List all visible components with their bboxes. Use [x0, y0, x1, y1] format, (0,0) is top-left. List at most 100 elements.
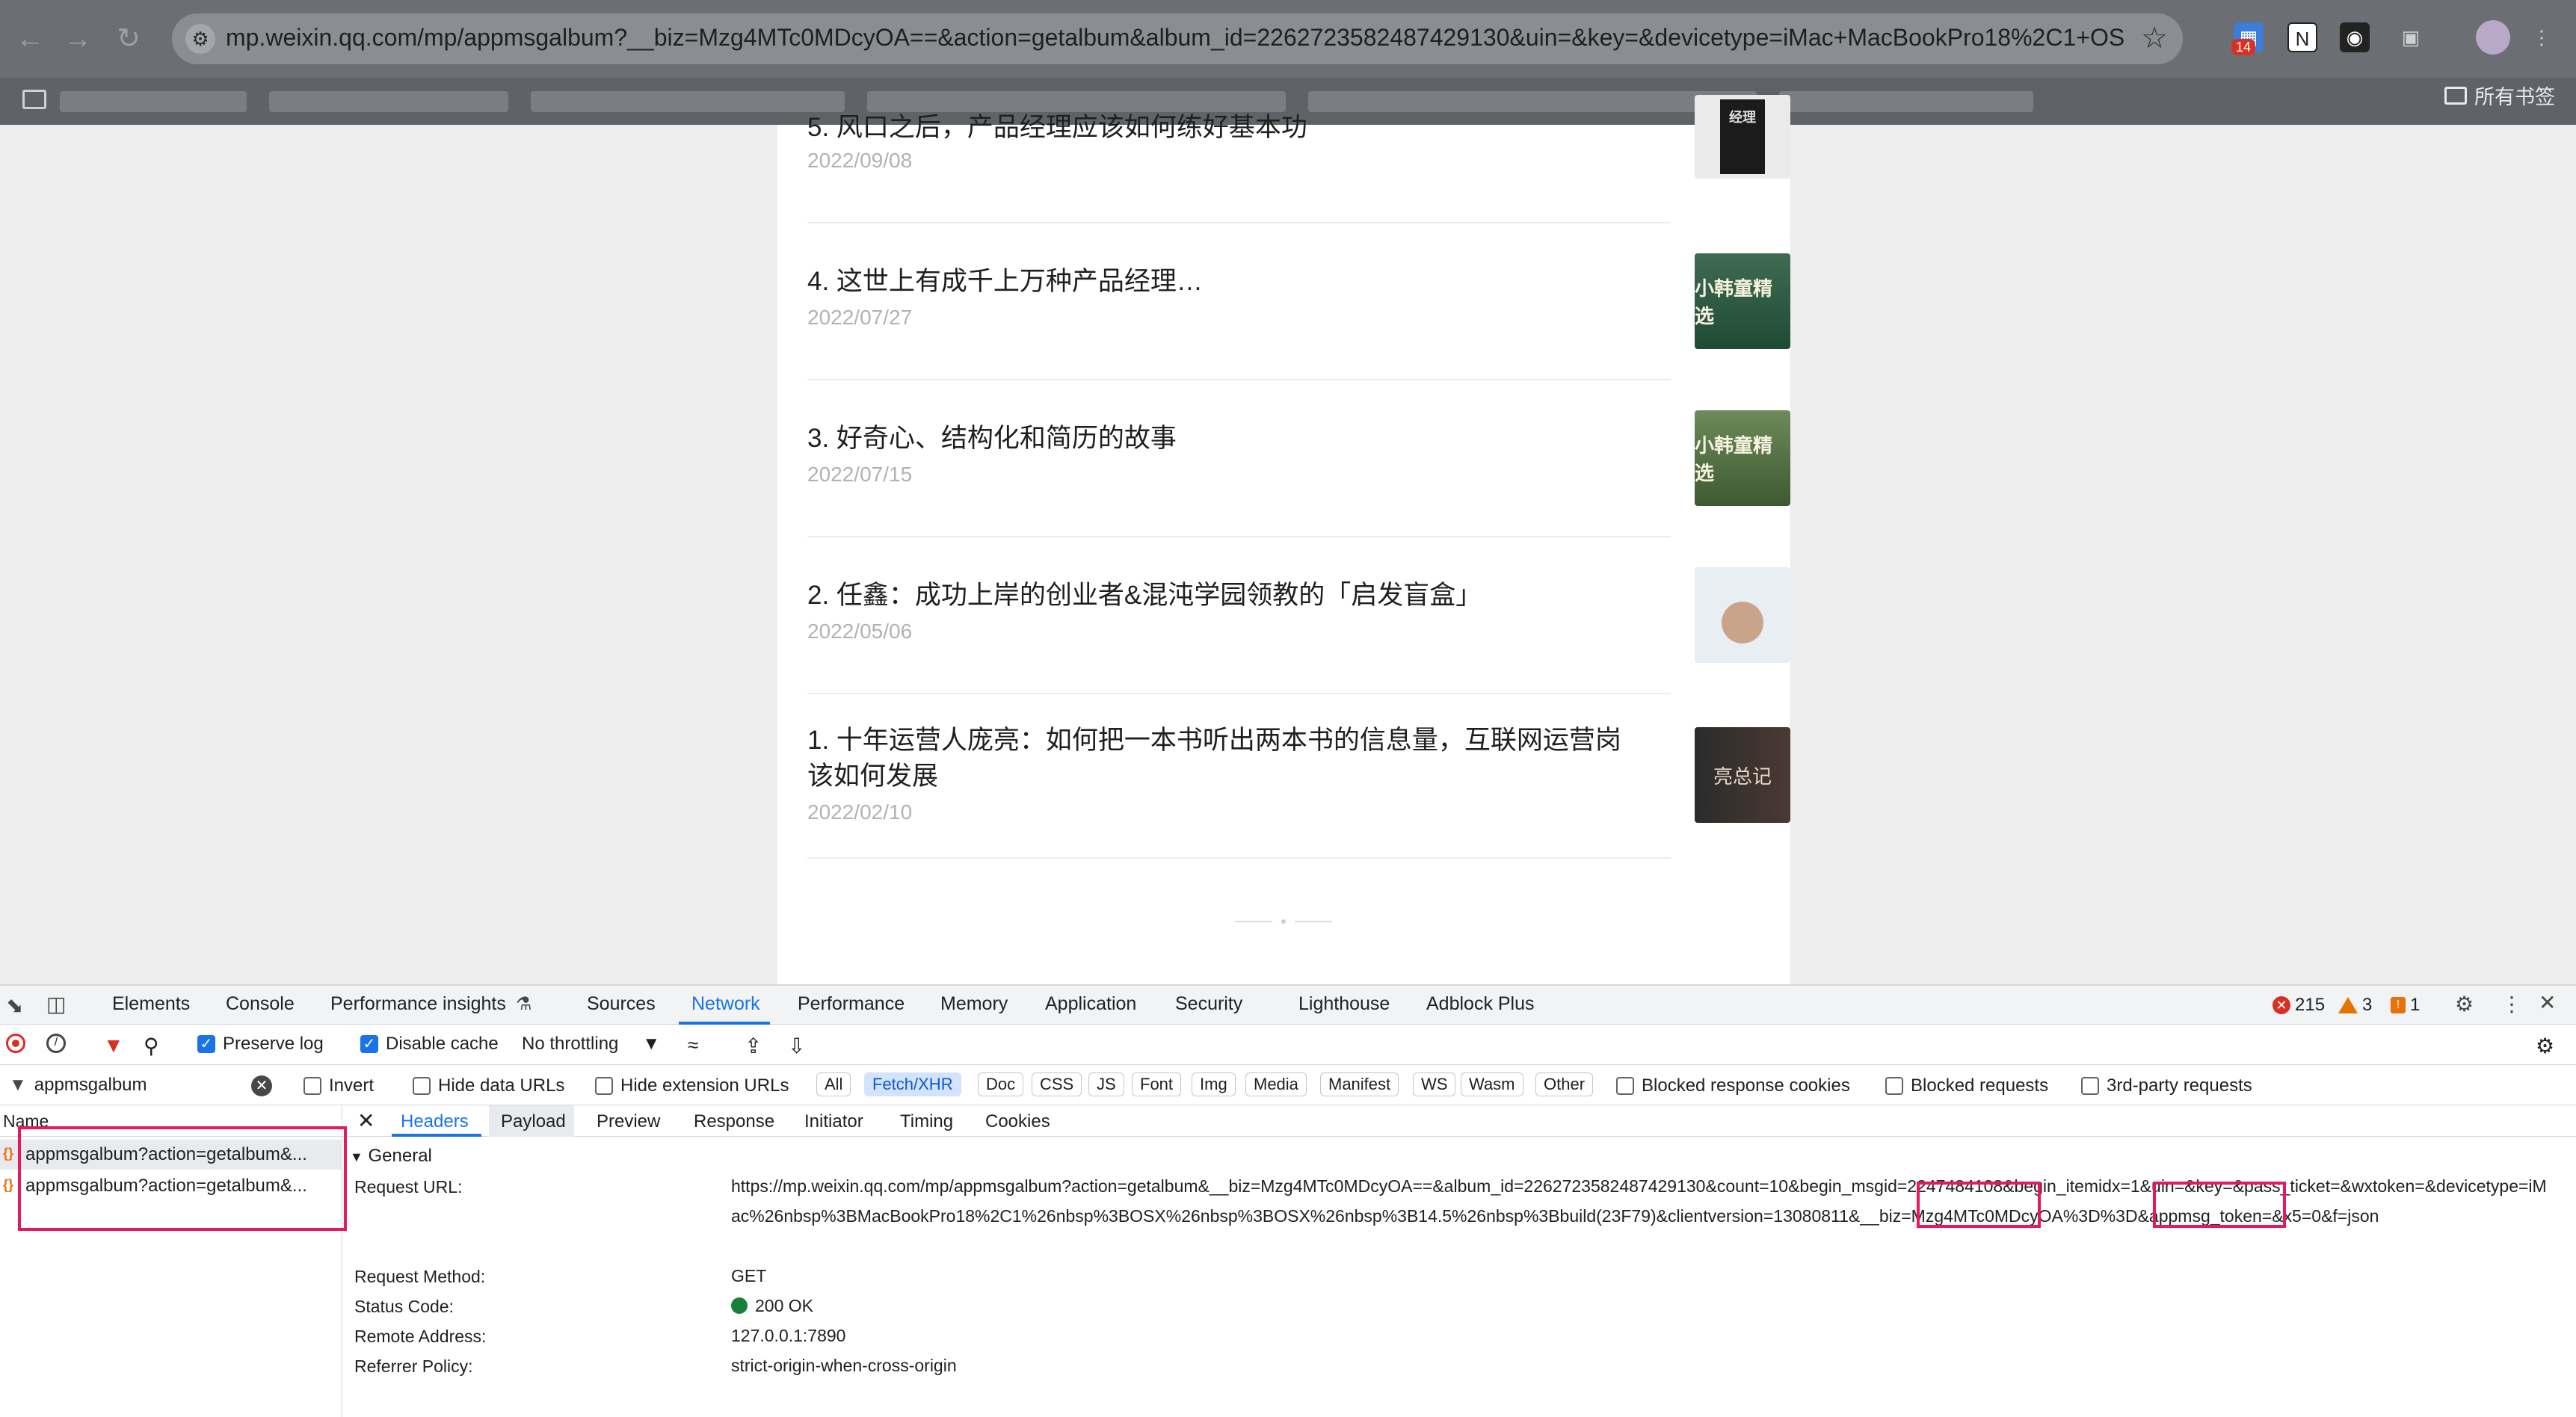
bookmark-item[interactable] [1779, 91, 2033, 112]
filter-type-other[interactable]: Other [1535, 1072, 1594, 1096]
bookmark-item[interactable] [269, 91, 508, 112]
clear-filter-icon[interactable]: ✕ [251, 1075, 272, 1096]
profile-avatar[interactable] [2476, 20, 2510, 55]
bookmark-item[interactable] [1308, 91, 1757, 112]
filter-type-wasm[interactable]: Wasm [1461, 1072, 1523, 1096]
tab-cookies[interactable]: Cookies [985, 1111, 1050, 1132]
filter-type-ws[interactable]: WS [1413, 1072, 1456, 1096]
menu-kebab-icon[interactable]: ⋮ [2527, 22, 2557, 52]
record-icon[interactable] [6, 1034, 25, 1053]
info-count[interactable]: ! 1 [2391, 995, 2420, 1016]
extensions-puzzle-icon[interactable]: ▣ [2396, 22, 2426, 52]
checkbox-icon[interactable] [413, 1077, 431, 1095]
tab-performance[interactable]: Performance [798, 993, 905, 1015]
throttling-select[interactable]: No throttling ▼ [522, 1034, 660, 1055]
bookmark-item[interactable] [60, 91, 247, 112]
filter-type-doc[interactable]: Doc [978, 1072, 1024, 1096]
bookmark-star-icon[interactable]: ☆ [2141, 21, 2168, 55]
filter-type-img[interactable]: Img [1192, 1072, 1236, 1096]
bookmark-item[interactable] [867, 91, 1286, 112]
request-row[interactable]: {} appmsgalbum?action=getalbum&... [0, 1171, 342, 1201]
forward-icon[interactable]: → [61, 22, 94, 55]
tab-payload[interactable]: Payload [501, 1111, 566, 1132]
reload-icon[interactable]: ↻ [112, 22, 145, 55]
incognito-extension-icon[interactable]: ◉ [2340, 22, 2370, 52]
article-item[interactable]: 4. 这世上有成千上万种产品经理… 2022/07/27 小韩童精选 [807, 253, 1790, 361]
filter-type-manifest[interactable]: Manifest [1320, 1072, 1399, 1096]
hide-data-urls-checkbox[interactable]: Hide data URLs [413, 1075, 564, 1096]
tab-headers[interactable]: Headers [401, 1111, 469, 1132]
filter-input[interactable]: ▼ appmsgalbum [9, 1071, 278, 1099]
filter-type-fetch-xhr[interactable]: Fetch/XHR [864, 1072, 961, 1096]
site-info-icon[interactable]: ⚙ [185, 24, 215, 54]
article-item[interactable]: 2. 任鑫：成功上岸的创业者&混沌学园领教的「启发盲盒」 2022/05/06 [807, 567, 1790, 675]
warning-count[interactable]: 3 [2338, 995, 2372, 1016]
referrer-policy-value[interactable]: strict-origin-when-cross-origin [731, 1350, 2555, 1380]
checkbox-icon[interactable] [595, 1077, 613, 1095]
inspect-element-icon[interactable]: ⬊ [6, 993, 23, 1018]
request-name[interactable]: appmsgalbum?action=getalbum&... [25, 1176, 307, 1196]
article-item[interactable]: 3. 好奇心、结构化和简历的故事 2022/07/15 小韩童精选 [807, 410, 1790, 518]
request-row[interactable]: {} appmsgalbum?action=getalbum&... [0, 1140, 342, 1170]
checkbox-icon[interactable] [1885, 1077, 1903, 1095]
status-code-value[interactable]: 200 OK [731, 1291, 2555, 1321]
article-thumbnail[interactable] [1695, 567, 1790, 663]
tab-adblock-plus[interactable]: Adblock Plus [1426, 993, 1535, 1015]
blocked-requests-checkbox[interactable]: Blocked requests [1885, 1075, 2048, 1096]
tab-response[interactable]: Response [694, 1111, 774, 1132]
request-method-value[interactable]: GET [731, 1261, 2555, 1291]
filter-type-all[interactable]: All [816, 1072, 851, 1096]
article-title[interactable]: 5. 风口之后，产品经理应该如何练好基本功 [807, 110, 1630, 146]
clear-icon[interactable]: / [46, 1034, 66, 1053]
request-url-value[interactable]: https://mp.weixin.qq.com/mp/appmsgalbum?… [731, 1171, 2555, 1231]
notion-icon[interactable]: N [2287, 22, 2317, 52]
disable-cache-checkbox[interactable]: ✓ Disable cache [360, 1034, 499, 1055]
tab-console[interactable]: Console [226, 993, 295, 1015]
url-text[interactable]: mp.weixin.qq.com/mp/appmsgalbum?__biz=Mz… [226, 24, 2124, 52]
checkbox-checked-icon[interactable]: ✓ [197, 1035, 215, 1053]
close-detail-icon[interactable]: ✕ [357, 1108, 375, 1133]
tab-lighthouse[interactable]: Lighthouse [1298, 993, 1390, 1015]
article-title[interactable]: 2. 任鑫：成功上岸的创业者&混沌学园领教的「启发盲盒」 [807, 578, 1630, 614]
filter-type-font[interactable]: Font [1132, 1072, 1182, 1096]
folder-icon[interactable] [22, 90, 46, 109]
request-name[interactable]: appmsgalbum?action=getalbum&... [25, 1144, 307, 1164]
article-title[interactable]: 4. 这世上有成千上万种产品经理… [807, 264, 1630, 300]
blocked-response-cookies-checkbox[interactable]: Blocked response cookies [1616, 1075, 1850, 1096]
bookmark-item[interactable] [531, 91, 845, 112]
address-bar[interactable]: ⚙ mp.weixin.qq.com/mp/appmsgalbum?__biz=… [172, 13, 2183, 64]
general-section-header[interactable]: ▼ General [350, 1146, 432, 1167]
search-icon[interactable]: ⚲ [144, 1034, 159, 1058]
more-options-icon[interactable]: ⋮ [2501, 992, 2522, 1016]
import-har-icon[interactable]: ⇪ [745, 1034, 762, 1058]
third-party-requests-checkbox[interactable]: 3rd-party requests [2081, 1075, 2252, 1096]
settings-gear-icon[interactable]: ⚙ [2455, 992, 2474, 1016]
tab-initiator[interactable]: Initiator [804, 1111, 863, 1132]
export-har-icon[interactable]: ⇩ [788, 1034, 805, 1058]
filter-value[interactable]: appmsgalbum [34, 1075, 147, 1096]
tab-performance-insights[interactable]: Performance insights [330, 993, 506, 1015]
filter-type-media[interactable]: Media [1245, 1072, 1307, 1096]
tab-network[interactable]: Network [691, 993, 760, 1015]
filter-type-css[interactable]: CSS [1032, 1072, 1082, 1096]
hide-extension-urls-checkbox[interactable]: Hide extension URLs [595, 1075, 789, 1096]
checkbox-icon[interactable] [1616, 1077, 1634, 1095]
tab-preview[interactable]: Preview [597, 1111, 660, 1132]
error-count[interactable]: ✕ 215 [2273, 995, 2325, 1016]
article-item[interactable]: 5. 风口之后，产品经理应该如何练好基本功 2022/09/08 经理 [807, 95, 1790, 179]
article-thumbnail[interactable]: 亮总记 [1695, 727, 1790, 823]
tab-application[interactable]: Application [1045, 993, 1136, 1015]
checkbox-icon[interactable] [303, 1077, 321, 1095]
network-conditions-icon[interactable]: ≈ [688, 1034, 698, 1057]
article-thumbnail[interactable]: 小韩童精选 [1695, 410, 1790, 506]
article-item[interactable]: 1. 十年运营人庞亮：如何把一本书听出两本书的信息量，互联网运营岗该如何发展 2… [807, 723, 1790, 850]
preserve-log-checkbox[interactable]: ✓ Preserve log [197, 1034, 324, 1055]
tab-memory[interactable]: Memory [940, 993, 1008, 1015]
filter-icon[interactable]: ▼ [103, 1034, 124, 1058]
filter-type-js[interactable]: JS [1088, 1072, 1124, 1096]
tab-sources[interactable]: Sources [587, 993, 656, 1015]
tab-elements[interactable]: Elements [112, 993, 190, 1015]
invert-checkbox[interactable]: Invert [303, 1075, 374, 1096]
article-title[interactable]: 1. 十年运营人庞亮：如何把一本书听出两本书的信息量，互联网运营岗该如何发展 [807, 723, 1630, 794]
checkbox-icon[interactable] [2081, 1077, 2099, 1095]
